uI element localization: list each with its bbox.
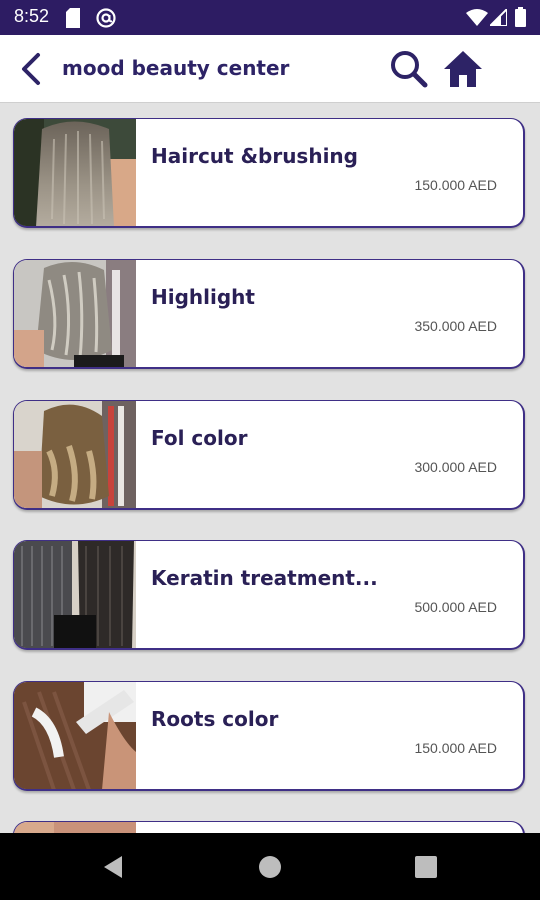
service-name: Roots color	[151, 707, 279, 731]
service-thumbnail	[14, 260, 136, 367]
service-price: 150.000 AED	[414, 177, 497, 193]
status-bar: 8:52	[0, 0, 540, 35]
page-title: mood beauty center	[62, 56, 290, 80]
battery-icon	[515, 7, 526, 27]
nav-back-icon[interactable]	[100, 853, 128, 881]
service-card[interactable]: Haircut &brushing 150.000 AED	[13, 118, 525, 228]
status-time: 8:52	[14, 6, 50, 26]
home-icon	[444, 51, 482, 87]
service-thumbnail	[14, 541, 136, 648]
service-name: Fol color	[151, 426, 248, 450]
service-card[interactable]: Keratin treatment... 500.000 AED	[13, 540, 525, 650]
service-list: Haircut &brushing 150.000 AED Highlight …	[0, 103, 540, 833]
service-name: Keratin treatment...	[151, 566, 378, 590]
signal-icon	[490, 9, 507, 26]
service-card[interactable]: Roots color 150.000 AED	[13, 681, 525, 791]
at-sign-icon	[96, 8, 116, 28]
service-price: 300.000 AED	[414, 459, 497, 475]
navigation-bar	[0, 833, 540, 900]
service-price: 350.000 AED	[414, 318, 497, 334]
app-bar: mood beauty center	[0, 35, 540, 103]
sd-card-icon	[66, 8, 80, 28]
service-name: Haircut &brushing	[151, 144, 358, 168]
service-thumbnail	[14, 682, 136, 789]
home-button[interactable]	[441, 48, 485, 90]
service-card[interactable]: Highlight 350.000 AED	[13, 259, 525, 369]
service-thumbnail	[14, 119, 136, 226]
wifi-icon	[466, 9, 488, 26]
service-name: Highlight	[151, 285, 255, 309]
search-button[interactable]	[388, 49, 430, 89]
back-button[interactable]	[14, 49, 50, 89]
service-card[interactable]	[13, 821, 525, 833]
service-thumbnail	[14, 822, 136, 833]
search-icon	[391, 51, 428, 88]
nav-recents-icon[interactable]	[412, 853, 440, 881]
service-price: 150.000 AED	[414, 740, 497, 756]
service-thumbnail	[14, 401, 136, 508]
service-price: 500.000 AED	[414, 599, 497, 615]
nav-home-icon[interactable]	[256, 853, 284, 881]
service-card[interactable]: Fol color 300.000 AED	[13, 400, 525, 510]
chevron-left-icon	[22, 53, 40, 85]
